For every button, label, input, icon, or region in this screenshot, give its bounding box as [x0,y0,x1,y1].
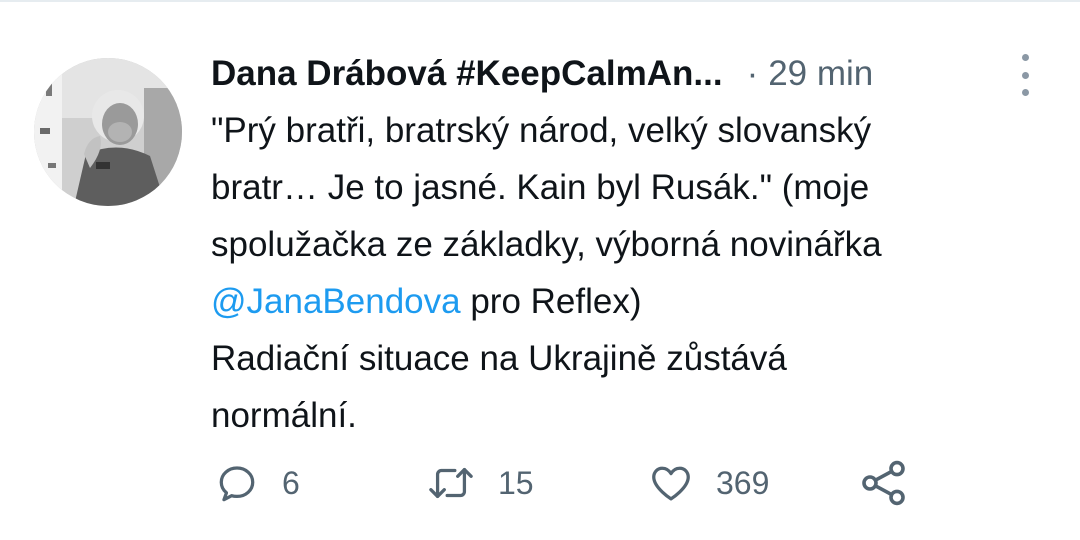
separator-dot: · [746,54,759,93]
action-bar: 6 15 369 [0,457,1080,509]
heart-icon [652,466,690,501]
text-line-with-mention: @JanaBendova pro Reflex) [211,273,1031,330]
like-button[interactable]: 369 [648,457,769,509]
retweet-count: 15 [498,464,534,501]
tweet-header: Dana Drábová #KeepCalmAn... · 29 min [211,50,1011,98]
reply-button[interactable]: 6 [214,457,300,509]
text-line: bratr… Je to jasné. Kain byl Rusák." (mo… [211,168,870,207]
more-options-icon[interactable] [1010,54,1040,96]
retweet-icon [429,467,473,499]
retweet-button[interactable]: 15 [426,457,534,509]
text-line: Radiační situace na Ukrajině zůstává [211,339,787,378]
like-count: 369 [716,464,770,501]
tweet-text: "Prý bratři, bratrský národ, velký slova… [211,102,1031,444]
tweet-card[interactable]: Dana Drábová #KeepCalmAn... · 29 min "Pr… [0,0,1080,540]
avatar-photo [34,58,182,206]
text-line: spolužačka ze základky, výborná novinářk… [211,225,882,264]
share-icon [862,460,905,506]
reply-icon [219,466,255,502]
avatar[interactable] [34,58,182,206]
reply-count: 6 [282,464,300,501]
mention-suffix: pro Reflex) [460,282,642,321]
text-line: normální. [211,396,357,435]
author-name[interactable]: Dana Drábová #KeepCalmAn... [211,54,723,94]
text-line: "Prý bratři, bratrský národ, velký slova… [211,111,872,150]
mention-link[interactable]: @JanaBendova [211,282,461,321]
share-button[interactable] [858,457,910,509]
timestamp[interactable]: 29 min [768,54,873,94]
